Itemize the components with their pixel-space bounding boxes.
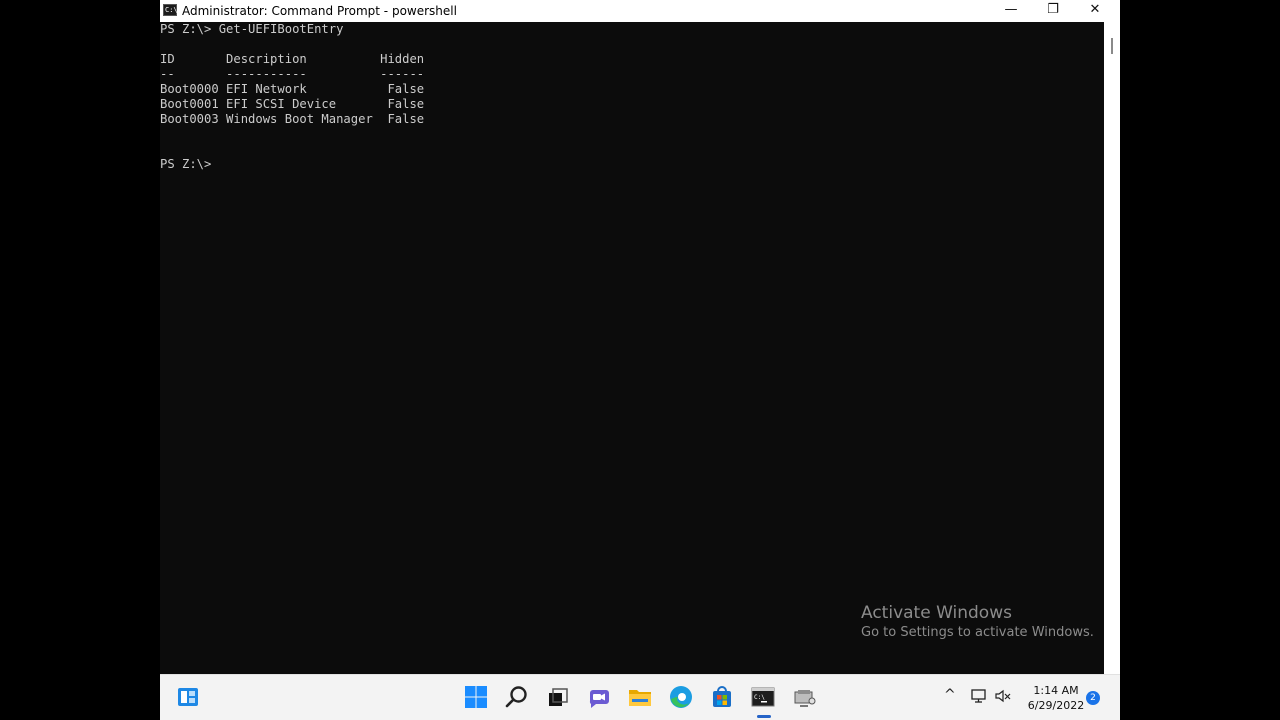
- scroll-thumb[interactable]: [1111, 38, 1113, 54]
- scrollbar[interactable]: [1104, 22, 1120, 674]
- minimize-button[interactable]: —: [990, 0, 1032, 22]
- window-title: Administrator: Command Prompt - powershe…: [182, 4, 457, 18]
- clock-date[interactable]: 6/29/2022: [1020, 699, 1092, 712]
- file-explorer-icon[interactable]: [626, 683, 654, 711]
- chat-icon[interactable]: [585, 683, 613, 711]
- activate-windows-watermark: Activate Windows Go to Settings to activ…: [861, 602, 1094, 642]
- activate-title: Activate Windows: [861, 603, 1012, 623]
- network-icon[interactable]: [970, 687, 988, 709]
- command-prompt-icon[interactable]: C:\: [163, 4, 178, 16]
- search-icon[interactable]: [503, 683, 531, 711]
- restore-button[interactable]: ❐: [1032, 0, 1074, 22]
- task-view-icon[interactable]: [544, 683, 572, 711]
- close-button[interactable]: ✕: [1074, 0, 1116, 22]
- console-output[interactable]: PS Z:\> Get-UEFIBootEntry ID Description…: [160, 22, 1104, 674]
- notification-badge[interactable]: 2: [1086, 691, 1100, 705]
- chevron-up-icon[interactable]: ^: [944, 687, 956, 703]
- command-prompt-taskbar-icon[interactable]: C:\: [749, 683, 777, 711]
- svg-text:C:\: C:\: [754, 694, 765, 701]
- active-app-indicator: [757, 715, 771, 718]
- widgets-icon[interactable]: [174, 683, 202, 711]
- activate-subtitle: Go to Settings to activate Windows.: [861, 625, 1094, 640]
- clock-time[interactable]: 1:14 AM: [1024, 684, 1088, 697]
- title-bar[interactable]: C:\ Administrator: Command Prompt - powe…: [160, 0, 1120, 22]
- taskbar: C:\ ^ 1:14 AM 6/29/2022 2: [160, 674, 1120, 720]
- start-icon[interactable]: [462, 683, 490, 711]
- screen: C:\ Administrator: Command Prompt - powe…: [160, 0, 1120, 720]
- app-icon[interactable]: [790, 683, 818, 711]
- edge-icon[interactable]: [667, 683, 695, 711]
- volume-muted-icon[interactable]: [994, 687, 1012, 709]
- store-icon[interactable]: [708, 683, 736, 711]
- console-text[interactable]: PS Z:\> Get-UEFIBootEntry ID Description…: [160, 22, 424, 172]
